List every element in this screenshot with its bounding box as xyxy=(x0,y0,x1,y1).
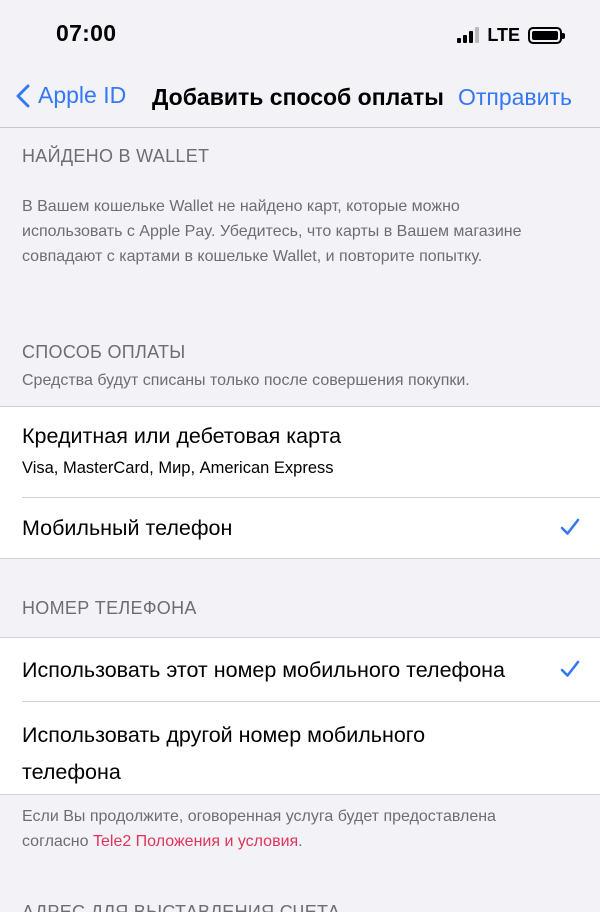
footer-prefix: согласно xyxy=(22,833,93,850)
wallet-section-header: НАЙДЕНО В WALLET xyxy=(22,146,210,166)
phone-section-header: НОМЕР ТЕЛЕФОНА xyxy=(22,598,197,618)
phone-option-other-number[interactable]: Использовать другой номер мобильного тел… xyxy=(0,701,600,794)
wallet-message-line: совпадают с картами в кошельке Wallet, и… xyxy=(22,248,483,265)
payment-option-card[interactable]: Кредитная или дебетовая карта Visa, Mast… xyxy=(0,407,600,497)
submit-button[interactable]: Отправить xyxy=(458,84,572,111)
checkmark-icon xyxy=(560,660,580,677)
checkmark-icon xyxy=(560,518,580,535)
payment-options-list: Кредитная или дебетовая карта Visa, Mast… xyxy=(0,406,600,559)
phone-option-title-line: Использовать другой номер мобильного xyxy=(22,723,426,747)
payment-section-header: СПОСОБ ОПЛАТЫ xyxy=(22,342,186,362)
wallet-message-line: использовать с Apple Pay. Убедитесь, что… xyxy=(22,223,522,240)
navigation-bar: Apple ID Добавить способ оплаты Отправит… xyxy=(0,70,600,128)
wallet-message: В Вашем кошельке Wallet не найдено карт,… xyxy=(22,194,587,269)
status-indicators: LTE xyxy=(457,24,565,46)
payment-option-subtitle: Visa, MasterCard, Мир, American Express xyxy=(22,459,334,477)
back-button-label: Apple ID xyxy=(38,82,127,108)
billing-section-header: АДРЕС ДЛЯ ВЫСТАВЛЕНИЯ СЧЕТА xyxy=(22,902,341,912)
status-time: 07:00 xyxy=(56,20,117,46)
phone-options-list: Использовать этот номер мобильного телеф… xyxy=(0,637,600,795)
footer-line: Если Вы продолжите, оговоренная услуга б… xyxy=(22,808,496,825)
chevron-left-icon xyxy=(16,84,30,107)
cellular-signal-icon xyxy=(457,27,480,43)
payment-option-title: Кредитная или дебетовая карта xyxy=(22,424,342,448)
phone-option-title-line: телефона xyxy=(22,760,121,784)
payment-option-mobile[interactable]: Мобильный телефон xyxy=(0,497,600,558)
payment-section-subheader: Средства будут списаны только после сове… xyxy=(22,372,470,389)
network-type: LTE xyxy=(487,24,520,45)
status-bar: 07:00 LTE xyxy=(0,0,600,70)
phone-option-title: Использовать другой номер мобильного тел… xyxy=(22,717,425,791)
battery-icon xyxy=(528,26,565,44)
footer-line: согласно Tele2 Положения и условия. xyxy=(22,829,587,854)
phone-section-footer: Если Вы продолжите, оговоренная услуга б… xyxy=(22,804,587,854)
payment-option-title: Мобильный телефон xyxy=(22,516,233,540)
phone-option-this-number[interactable]: Использовать этот номер мобильного телеф… xyxy=(0,638,600,701)
footer-suffix: . xyxy=(298,833,303,850)
phone-option-title: Использовать этот номер мобильного телеф… xyxy=(22,658,506,682)
page-title: Добавить способ оплаты xyxy=(152,84,444,110)
wallet-message-line: В Вашем кошельке Wallet не найдено карт,… xyxy=(22,198,460,215)
back-button[interactable]: Apple ID xyxy=(16,82,126,109)
terms-link[interactable]: Tele2 Положения и условия xyxy=(93,833,298,850)
